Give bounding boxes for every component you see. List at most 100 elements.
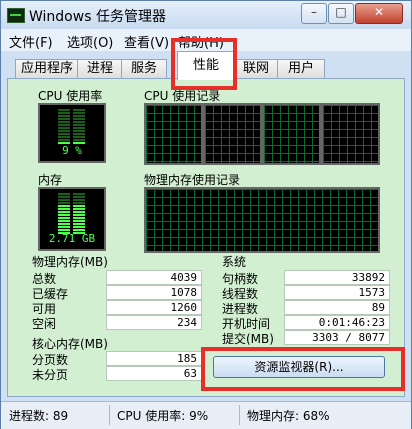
stat-row-threads: 线程数 1573 [222,285,392,301]
stat-value: 1078 [106,285,202,300]
meter-segment [58,202,70,204]
cpu-usage-value: 9 % [62,144,82,157]
stat-value: 3303 / 8077 [284,330,390,345]
status-separator [109,405,110,425]
task-manager-icon [7,8,25,23]
tab-processes[interactable]: 进程 [77,59,123,78]
meter-segment [73,229,85,231]
meter-segment [73,127,85,129]
meter-segment [73,118,85,120]
title-bar[interactable]: Windows 任务管理器 – □ ✕ [1,1,411,29]
stat-value: 89 [284,300,390,315]
stat-row-handles: 句柄数 33892 [222,270,392,286]
meter-segment [73,214,85,216]
memory-history-label: 物理内存使用记录 [144,173,241,187]
memory-label: 内存 [38,173,63,187]
meter-segment [58,205,70,207]
meter-segment [58,124,70,126]
stat-row-commit: 提交(MB) 3303 / 8077 [222,330,392,346]
stat-label: 提交(MB) [222,332,274,346]
task-manager-window: Windows 任务管理器 – □ ✕ 文件(F) 选项(O) 查看(V) 帮助… [0,0,412,429]
meter-segment [73,202,85,204]
meter-segment [58,127,70,129]
performance-tab-highlight [171,38,237,90]
performance-panel: CPU 使用率 9 % CPU 使用记录 内存 2.71 GB 物理内存使用记录… [7,78,405,397]
resource-monitor-highlight [201,347,405,391]
meter-segment [73,193,85,195]
meter-segment [58,133,70,135]
physical-memory-title: 物理内存(MB) [32,255,108,269]
stat-row-total: 总数 4039 [32,270,202,286]
meter-segment [58,196,70,198]
meter-segment [58,229,70,231]
cpu-usage-label: CPU 使用率 [38,89,103,103]
stat-row-cached: 已缓存 1078 [32,285,202,301]
meter-segment [58,211,70,213]
status-physical-memory: 物理内存: 68% [247,409,330,423]
menu-view[interactable]: 查看(V) [124,32,169,51]
stat-label: 未分页 [32,368,69,382]
tab-networking[interactable]: 联网 [233,59,279,78]
tab-users[interactable]: 用户 [277,59,325,78]
meter-segment [58,115,70,117]
meter-segment [58,214,70,216]
memory-gauge: 2.71 GB [38,187,106,251]
meter-segment [73,109,85,111]
maximize-button[interactable]: □ [328,3,354,24]
meter-segment [73,139,85,141]
stat-value: 63 [106,366,202,381]
cpu-history-graph-2 [203,103,262,165]
meter-segment [73,226,85,228]
meter-segment [73,220,85,222]
meter-segment [73,205,85,207]
meter-segment [58,220,70,222]
meter-segment [73,121,85,123]
meter-segment [73,199,85,201]
status-cpu-usage: CPU 使用率: 9% [117,409,209,423]
stat-row-available: 可用 1260 [32,300,202,316]
minimize-button[interactable]: – [301,3,327,24]
stat-value: 33892 [284,270,390,285]
meter-segment [73,208,85,210]
meter-segment [58,223,70,225]
kernel-memory-title: 核心内存(MB) [32,337,108,351]
meter-segment [73,130,85,132]
menu-file[interactable]: 文件(F) [9,32,53,51]
menu-options[interactable]: 选项(O) [67,32,113,51]
meter-segment [73,124,85,126]
meter-segment [58,208,70,210]
stat-value: 1573 [284,285,390,300]
status-separator [239,405,240,425]
status-bar: 进程数: 89 CPU 使用率: 9% 物理内存: 68% [1,401,411,429]
stat-value: 0:01:46:23 [284,315,390,330]
meter-segment [73,112,85,114]
meter-segment [73,115,85,117]
stat-row-free: 空闲 234 [32,315,202,331]
stat-value: 185 [106,351,202,366]
meter-segment [58,217,70,219]
meter-segment [73,223,85,225]
cpu-usage-gauge: 9 % [38,103,106,163]
meter-segment [58,193,70,195]
window-title: Windows 任务管理器 [29,9,166,25]
close-button[interactable]: ✕ [355,3,403,24]
meter-segment [73,211,85,213]
stat-row-paged: 分页数 185 [32,351,202,367]
memory-history-graph [144,187,380,253]
cpu-history-graph-4 [321,103,380,165]
tab-applications[interactable]: 应用程序 [15,59,79,78]
meter-segment [58,130,70,132]
system-title: 系统 [222,255,247,269]
stat-row-uptime: 开机时间 0:01:46:23 [222,315,392,331]
tab-services[interactable]: 服务 [121,59,167,78]
meter-segment [58,118,70,120]
stat-value: 234 [106,315,202,330]
stat-value: 1260 [106,300,202,315]
meter-segment [73,196,85,198]
stat-value: 4039 [106,270,202,285]
meter-segment [58,136,70,138]
cpu-history-graph-1 [144,103,203,165]
meter-segment [73,136,85,138]
stat-row-nonpaged: 未分页 63 [32,366,202,382]
meter-segment [58,226,70,228]
